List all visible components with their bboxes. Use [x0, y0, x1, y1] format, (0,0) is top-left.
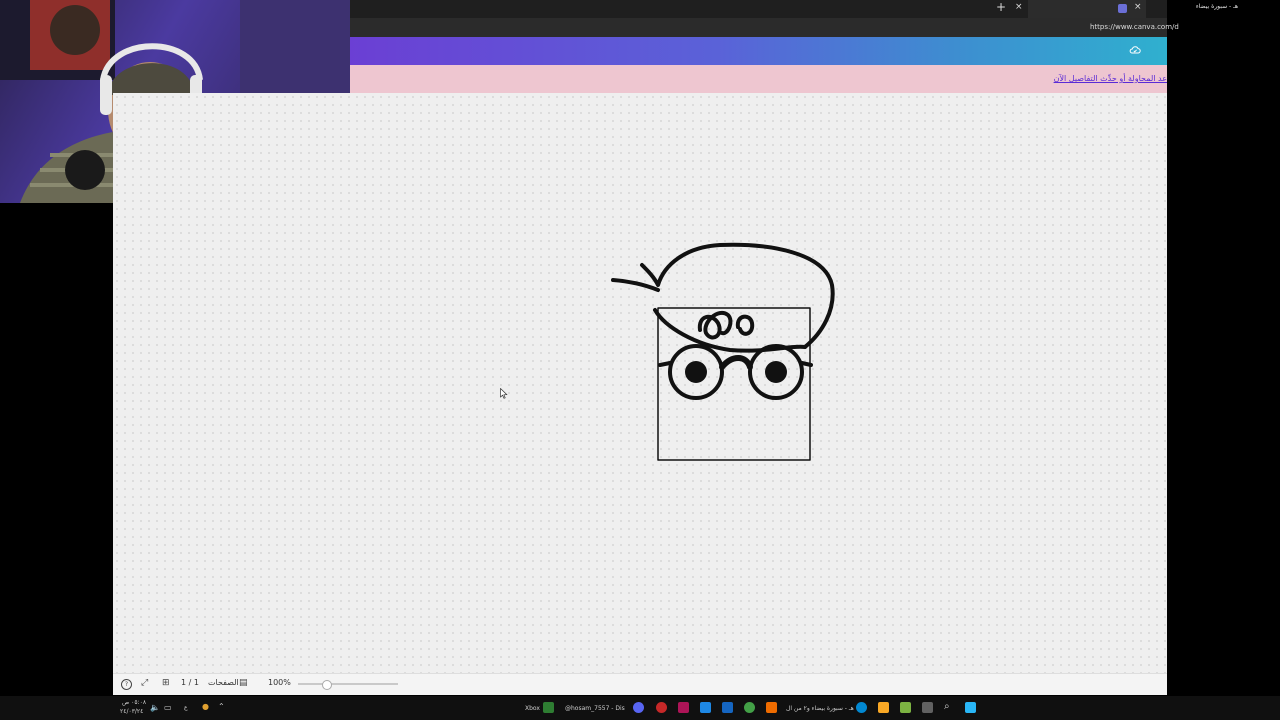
- screen-recorder-icon[interactable]: [678, 702, 689, 713]
- task-view-icon[interactable]: [922, 702, 933, 713]
- ms-store-icon[interactable]: [700, 702, 711, 713]
- mouse-cursor-icon: [500, 388, 508, 399]
- display-icon[interactable]: ▭: [164, 703, 172, 712]
- calendar-icon[interactable]: [722, 702, 733, 713]
- tab-close-button[interactable]: ×: [1134, 2, 1142, 12]
- brave-icon[interactable]: [766, 702, 777, 713]
- face-square: [657, 307, 811, 461]
- fullscreen-icon[interactable]: ⤢: [141, 678, 148, 688]
- url-text[interactable]: https://www.canva.com/d: [1090, 23, 1179, 31]
- zoom-slider-thumb[interactable]: [322, 680, 332, 690]
- pages-icon[interactable]: ▤: [239, 678, 248, 688]
- help-icon[interactable]: ?: [121, 679, 132, 690]
- discord-icon[interactable]: [633, 702, 644, 713]
- zoom-level[interactable]: 100%: [268, 678, 291, 687]
- windows-start-icon[interactable]: [965, 702, 976, 713]
- xbox-label[interactable]: Xbox: [525, 705, 540, 712]
- banner-update-link[interactable]: عد المحاولة أو حدِّث التفاصيل الآن: [1054, 74, 1167, 83]
- pages-button[interactable]: الصفحات: [208, 678, 239, 687]
- opera-icon[interactable]: [656, 702, 667, 713]
- chrome-icon[interactable]: [744, 702, 755, 713]
- tab-title: هـ - سبورة بيضاء: [1195, 3, 1238, 10]
- clock-date[interactable]: ٢٤/٠٣/٢٤: [120, 708, 143, 715]
- browser-window-label[interactable]: هـ - سبورة بيضاء و٢ من ال: [786, 705, 854, 712]
- microphone-icon[interactable]: ●: [202, 702, 209, 711]
- discord-window-label[interactable]: @hosam_7557 - Dis: [565, 705, 625, 712]
- payment-warning-banner: [350, 65, 1167, 93]
- speaker-icon[interactable]: 🔈: [150, 703, 160, 712]
- address-bar[interactable]: [350, 18, 1167, 37]
- xbox-icon[interactable]: [543, 702, 554, 713]
- edge-icon[interactable]: [856, 702, 867, 713]
- freehand-drawing[interactable]: [600, 235, 840, 467]
- page-counter: 1 / 1: [181, 678, 199, 687]
- copilot-icon[interactable]: [900, 702, 911, 713]
- cloud-saved-icon[interactable]: [1129, 44, 1141, 56]
- clock-time[interactable]: ٠٥:٠٨ ص: [122, 699, 146, 706]
- new-tab-button[interactable]: +: [996, 0, 1006, 14]
- tab-close-button[interactable]: ×: [1015, 2, 1023, 12]
- file-explorer-icon[interactable]: [878, 702, 889, 713]
- search-icon[interactable]: ⌕: [944, 701, 950, 712]
- language-indicator[interactable]: ع: [184, 704, 188, 711]
- canva-favicon-icon: [1118, 4, 1127, 13]
- editor-header: [350, 37, 1167, 65]
- tab-active[interactable]: [1028, 0, 1146, 18]
- chevron-up-icon[interactable]: ⌃: [218, 702, 225, 711]
- zoom-slider[interactable]: [298, 683, 398, 685]
- grid-view-icon[interactable]: ⊞: [162, 678, 170, 688]
